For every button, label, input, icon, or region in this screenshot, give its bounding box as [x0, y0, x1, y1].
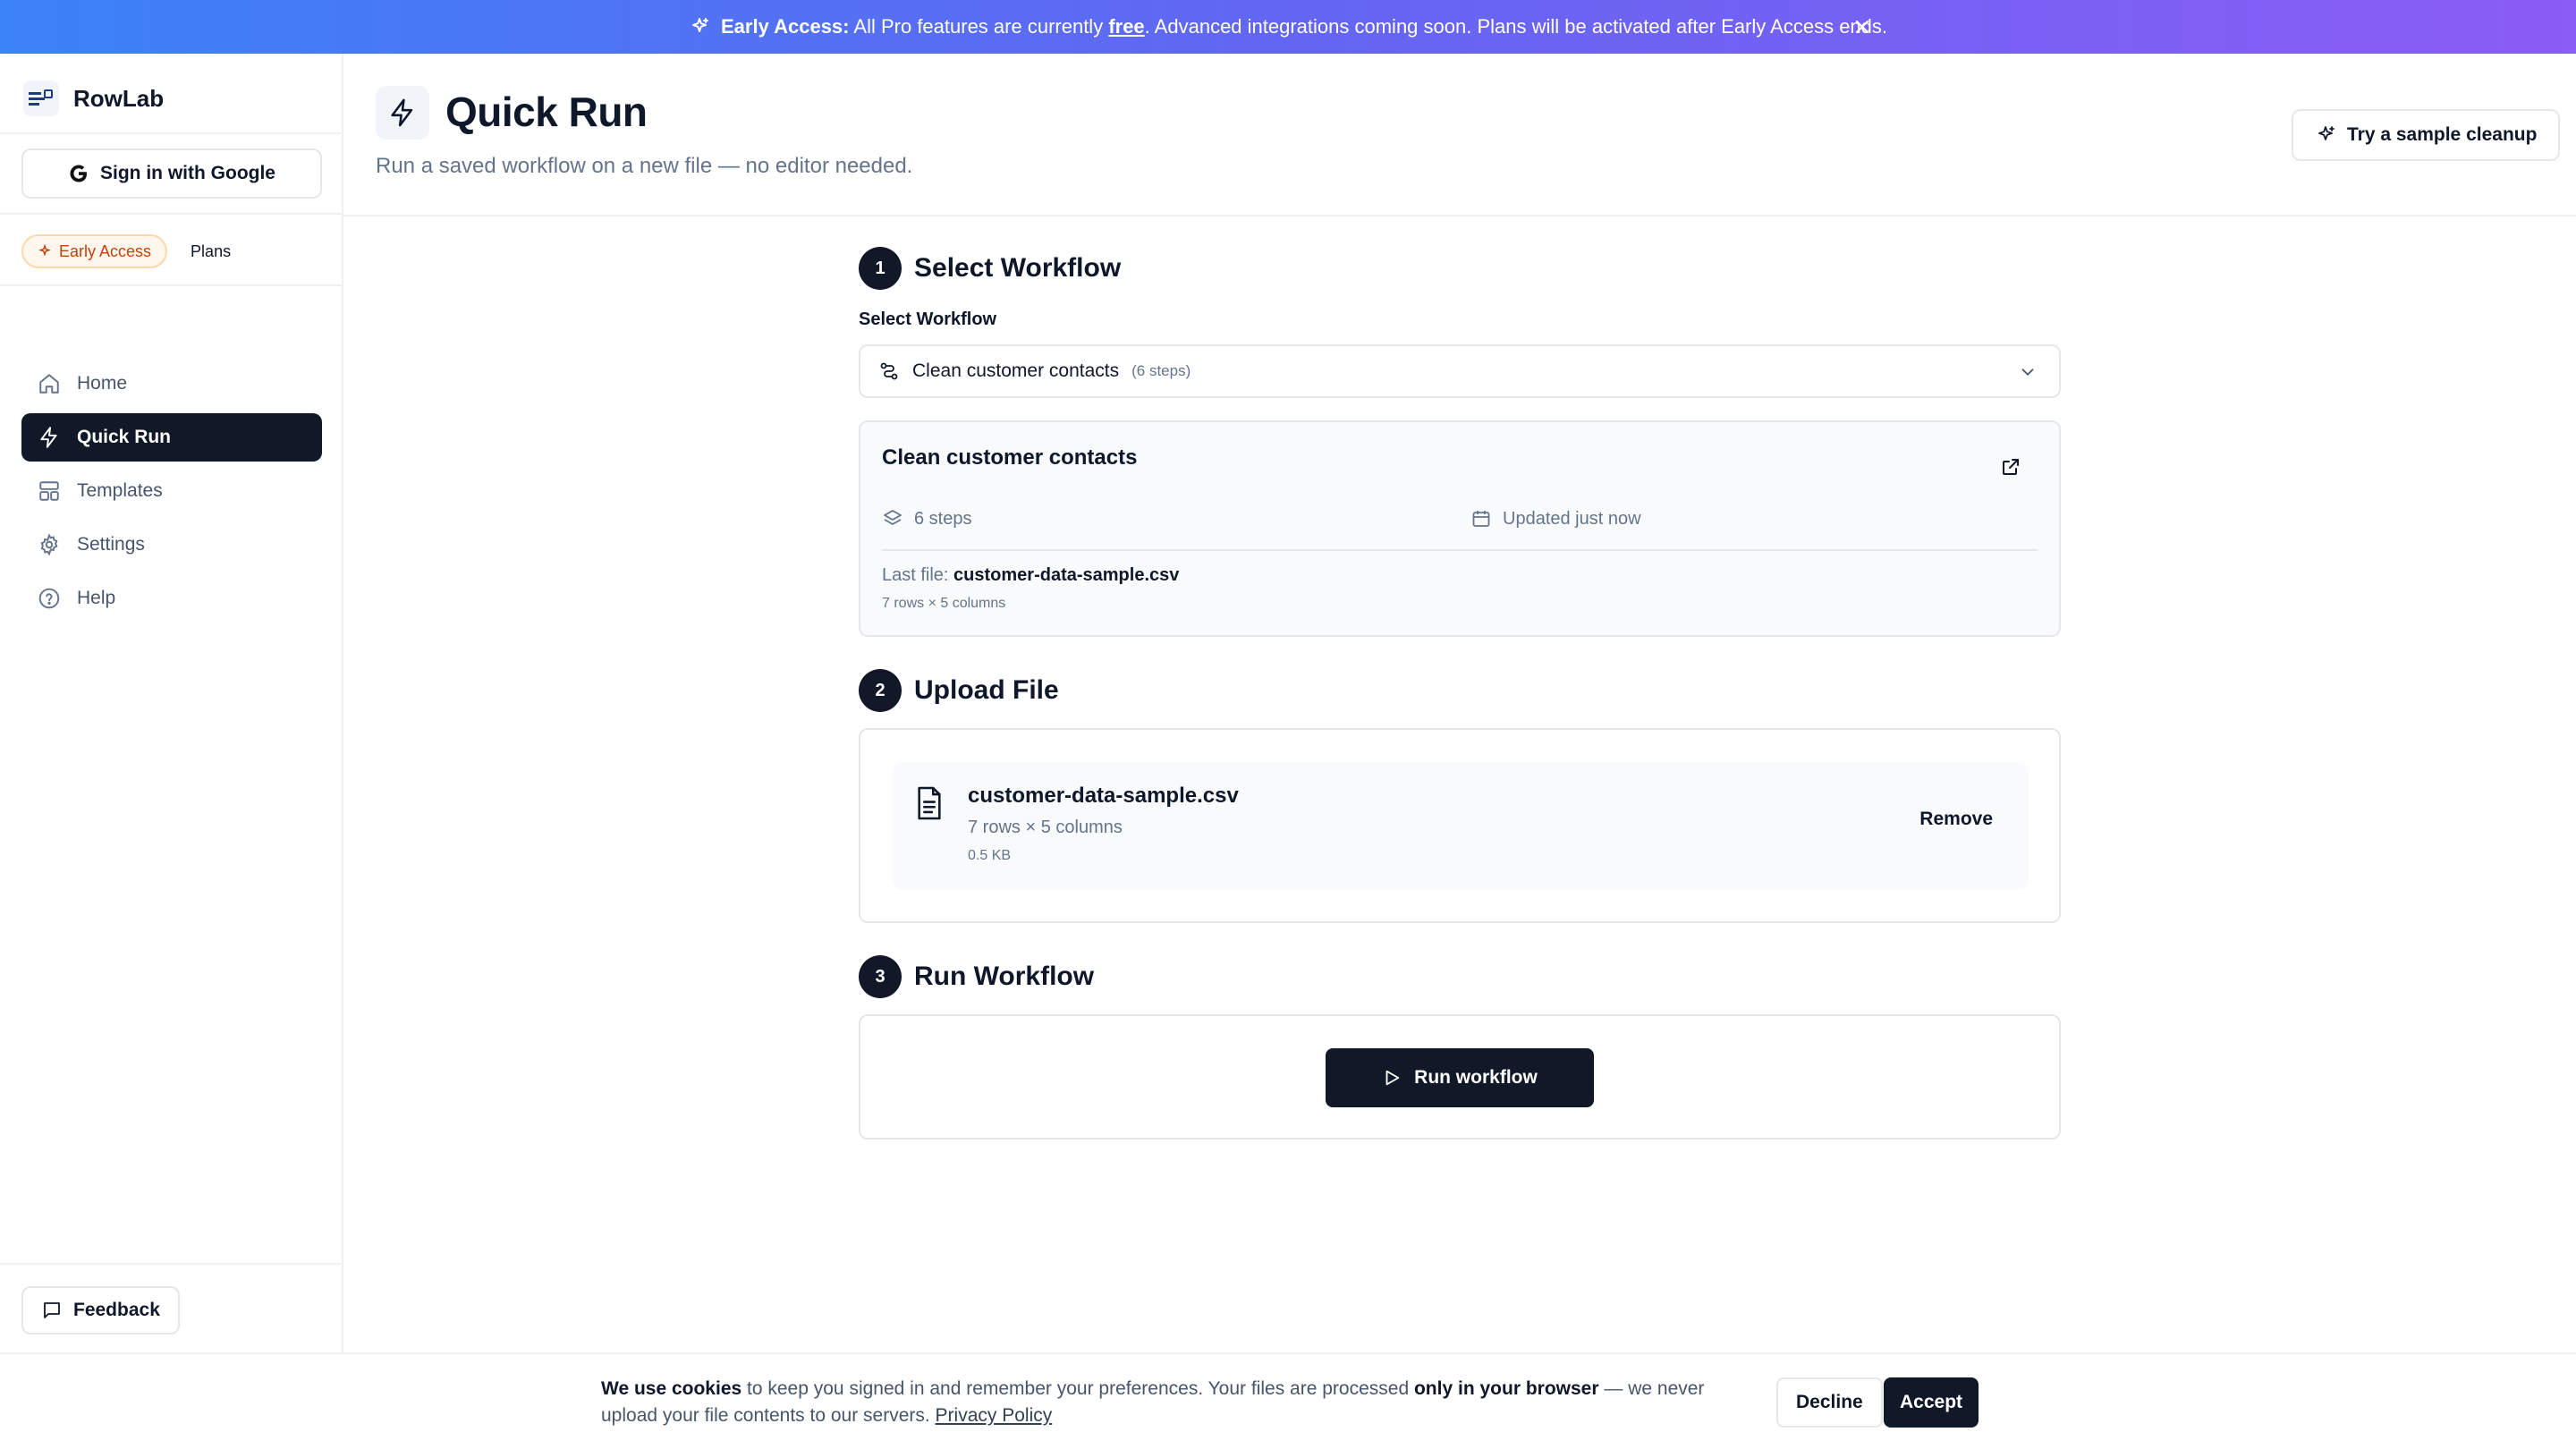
nav-item-home[interactable]: Home	[21, 360, 322, 408]
bolt-icon	[38, 426, 61, 449]
early-access-banner: Early Access: All Pro features are curre…	[0, 0, 2576, 54]
divider	[0, 1263, 343, 1265]
gear-icon	[38, 533, 61, 556]
step-2-header: 2 Upload File	[859, 669, 1059, 712]
sparkle-icon	[689, 16, 710, 38]
external-link-icon[interactable]	[2000, 456, 2021, 478]
page-subtitle: Run a saved workflow on a new file — no …	[376, 154, 913, 178]
file-icon	[914, 785, 945, 821]
google-icon	[68, 163, 89, 184]
cookie-text: We use cookies to keep you signed in and…	[601, 1376, 1764, 1429]
message-icon	[41, 1300, 63, 1321]
updated-label: Updated just now	[1503, 508, 1641, 529]
step-title: Upload File	[914, 675, 1059, 705]
remove-file-button[interactable]: Remove	[1919, 809, 1993, 830]
step-title: Select Workflow	[914, 253, 1122, 283]
step-number: 3	[859, 955, 902, 998]
step-3-header: 3 Run Workflow	[859, 955, 1094, 998]
feedback-label: Feedback	[73, 1300, 160, 1320]
cookie-lead: We use cookies	[601, 1378, 742, 1399]
last-file-meta: 7 rows × 5 columns	[882, 596, 1006, 611]
last-file-label: Last file:	[882, 565, 949, 585]
banner-text-before: All Pro features are currently	[853, 15, 1104, 38]
nav-item-help[interactable]: Help	[21, 574, 322, 623]
main-nav: Home Quick Run Templates Settings Help	[21, 360, 322, 628]
nav-item-quick-run[interactable]: Quick Run	[21, 413, 322, 462]
bolt-icon	[376, 86, 429, 140]
decline-button[interactable]: Decline	[1776, 1377, 1883, 1428]
last-file-name: customer-data-sample.csv	[953, 565, 1180, 585]
try-sample-cleanup-button[interactable]: Try a sample cleanup	[2292, 109, 2561, 161]
upload-card: customer-data-sample.csv 7 rows × 5 colu…	[859, 728, 2061, 923]
page-header: Quick Run Run a saved workflow on a new …	[343, 54, 2576, 216]
cookie-text-1: to keep you signed in and remember your …	[747, 1378, 1410, 1399]
google-signin-label: Sign in with Google	[100, 163, 275, 183]
workflow-select-value: Clean customer contacts	[912, 360, 1120, 381]
rowlab-logo-icon	[23, 80, 59, 116]
step-1-header: 1 Select Workflow	[859, 247, 1121, 290]
nav-label-settings: Settings	[77, 534, 145, 555]
brand[interactable]: RowLab	[23, 73, 164, 123]
access-row: Early Access Plans	[21, 234, 231, 268]
workflow-steps-count: 6 steps	[882, 508, 971, 530]
divider	[0, 284, 343, 286]
last-file: Last file: customer-data-sample.csv	[882, 565, 1179, 586]
workflow-updated: Updated just now	[1470, 508, 1641, 530]
feedback-button[interactable]: Feedback	[21, 1286, 180, 1335]
calendar-icon	[1470, 508, 1492, 530]
divider	[0, 132, 343, 134]
nav-label-home: Home	[77, 373, 128, 394]
file-size: 0.5 KB	[968, 848, 1012, 863]
cookie-browser: only in your browser	[1413, 1378, 1599, 1399]
page-title: Quick Run	[445, 89, 648, 135]
workflow-field-label: Select Workflow	[859, 309, 997, 329]
file-dimensions: 7 rows × 5 columns	[968, 818, 1123, 837]
sidebar: RowLab Sign in with Google Early Access …	[0, 54, 343, 1449]
divider	[882, 549, 2038, 551]
nav-label-help: Help	[77, 588, 116, 608]
try-sample-label: Try a sample cleanup	[2347, 124, 2538, 145]
banner-lead: Early Access:	[720, 15, 850, 38]
step-number: 2	[859, 669, 902, 712]
plans-link[interactable]: Plans	[191, 242, 231, 261]
workflow-select-meta: (6 steps)	[1131, 362, 1191, 379]
help-icon	[38, 587, 61, 610]
divider	[0, 213, 343, 215]
privacy-policy-link[interactable]: Privacy Policy	[936, 1405, 1053, 1426]
play-icon	[1382, 1068, 1402, 1088]
accept-button[interactable]: Accept	[1884, 1377, 1979, 1428]
workflow-info-title: Clean customer contacts	[882, 445, 1138, 470]
nav-label-templates: Templates	[77, 480, 163, 501]
workflow-info-card: Clean customer contacts 6 steps Updated …	[859, 420, 2061, 637]
home-icon	[38, 372, 61, 395]
nav-label-quick-run: Quick Run	[77, 427, 172, 447]
cookie-banner: We use cookies to keep you signed in and…	[0, 1352, 2576, 1449]
banner-text-after: . Advanced integrations coming soon. Pla…	[1144, 15, 1888, 38]
early-access-label: Early Access	[59, 242, 152, 260]
nav-item-settings[interactable]: Settings	[21, 521, 322, 569]
run-card: Run workflow	[859, 1014, 2061, 1140]
steps-label: 6 steps	[914, 508, 972, 529]
google-signin-button[interactable]: Sign in with Google	[21, 148, 322, 199]
workflow-icon	[878, 360, 900, 382]
chevron-down-icon	[2018, 362, 2038, 382]
app-name: RowLab	[73, 84, 165, 112]
close-icon[interactable]	[1852, 16, 1873, 38]
sparkle-icon	[2315, 124, 2336, 146]
banner-free-link[interactable]: free	[1108, 15, 1144, 38]
early-access-pill[interactable]: Early Access	[21, 234, 168, 268]
run-workflow-label: Run workflow	[1414, 1067, 1538, 1088]
sparkle-icon	[38, 244, 52, 258]
workflow-select[interactable]: Clean customer contacts (6 steps)	[859, 344, 2061, 398]
layout-icon	[38, 479, 61, 503]
uploaded-file: customer-data-sample.csv 7 rows × 5 colu…	[893, 762, 2029, 889]
step-title: Run Workflow	[914, 962, 1095, 991]
step-number: 1	[859, 247, 902, 290]
file-name: customer-data-sample.csv	[968, 784, 1239, 808]
nav-item-templates[interactable]: Templates	[21, 467, 322, 515]
run-workflow-button[interactable]: Run workflow	[1326, 1048, 1594, 1107]
layers-icon	[882, 508, 903, 530]
